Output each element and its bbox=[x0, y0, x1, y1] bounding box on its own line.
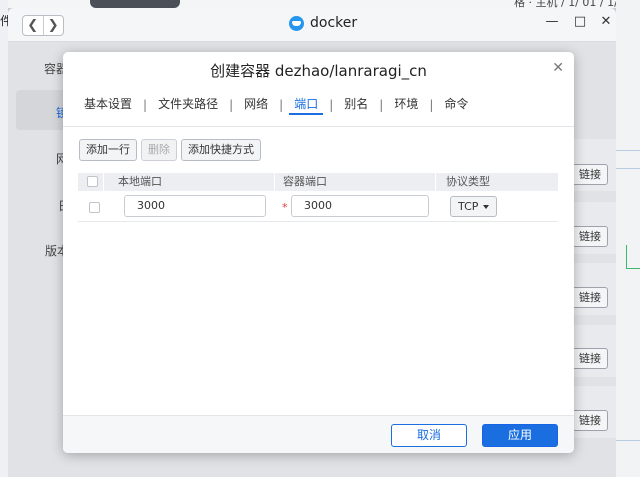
window-title-text: docker bbox=[310, 15, 358, 31]
add-shortcut-button[interactable]: 添加快捷方式 bbox=[181, 139, 261, 161]
link-button[interactable]: 链接 bbox=[572, 226, 608, 247]
port-toolbar: 添加一行 删除 添加快捷方式 bbox=[79, 139, 261, 161]
background-right-panel bbox=[616, 0, 640, 477]
link-button[interactable]: 链接 bbox=[572, 410, 608, 431]
link-button[interactable]: 链接 bbox=[572, 287, 608, 308]
maximize-button[interactable]: □ bbox=[572, 14, 588, 29]
tab-command[interactable]: 命令 bbox=[439, 95, 473, 115]
tab-separator: | bbox=[379, 98, 384, 112]
tab-network[interactable]: 网络 bbox=[239, 95, 273, 115]
tab-ports[interactable]: 端口 bbox=[289, 95, 324, 115]
column-local-port: 本地端口 bbox=[104, 173, 275, 191]
protocol-value: TCP bbox=[458, 200, 479, 213]
tab-environment[interactable]: 环境 bbox=[389, 95, 423, 115]
local-port-input[interactable]: 3000 bbox=[124, 195, 266, 217]
tabs-divider bbox=[63, 126, 574, 127]
dialog-footer: 取消 应用 bbox=[63, 415, 574, 453]
tab-separator: | bbox=[329, 98, 334, 112]
dialog-title: 创建容器 dezhao/lanraragi_cn bbox=[210, 62, 427, 80]
tab-alias[interactable]: 别名 bbox=[339, 95, 373, 115]
window-title: docker bbox=[289, 15, 357, 31]
protocol-select[interactable]: TCP bbox=[450, 196, 497, 217]
forward-button[interactable]: ❯ bbox=[44, 16, 64, 35]
apply-button[interactable]: 应用 bbox=[482, 424, 558, 447]
link-button[interactable]: 链接 bbox=[572, 348, 608, 369]
background-chart-line bbox=[626, 245, 640, 269]
docker-logo-icon bbox=[289, 15, 304, 31]
desktop-left-edge bbox=[0, 0, 8, 477]
tab-separator: | bbox=[143, 98, 148, 112]
back-button[interactable]: ❮ bbox=[23, 16, 44, 35]
column-protocol: 协议类型 bbox=[446, 175, 490, 188]
dialog-header: 创建容器 dezhao/lanraragi_cn ✕ bbox=[63, 52, 574, 88]
row-checkbox[interactable] bbox=[89, 202, 100, 213]
window-close-button[interactable]: ✕ bbox=[598, 14, 614, 29]
dialog-tabs: 基本设置 | 文件夹路径 | 网络 | 端口 | 别名 | 环境 | 命令 bbox=[79, 95, 473, 115]
column-container-port: 容器端口 bbox=[275, 173, 436, 191]
window-titlebar: ❮ ❯ docker — □ ✕ bbox=[8, 8, 616, 42]
chevron-down-icon bbox=[483, 205, 489, 209]
tab-separator: | bbox=[429, 98, 434, 112]
close-icon[interactable]: ✕ bbox=[552, 60, 564, 76]
select-all-cell bbox=[78, 173, 104, 191]
required-mark: * bbox=[282, 201, 288, 214]
add-row-button[interactable]: 添加一行 bbox=[79, 139, 137, 161]
delete-button[interactable]: 删除 bbox=[141, 139, 177, 161]
tab-folder-paths[interactable]: 文件夹路径 bbox=[153, 95, 223, 115]
tab-separator: | bbox=[279, 98, 284, 112]
port-table-header: 本地端口 容器端口 协议类型 bbox=[78, 173, 558, 191]
nav-buttons: ❮ ❯ bbox=[22, 15, 64, 36]
cancel-button[interactable]: 取消 bbox=[391, 424, 467, 447]
table-row: 3000 * 3000 TCP bbox=[78, 192, 558, 222]
tab-basic-settings[interactable]: 基本设置 bbox=[79, 95, 137, 115]
container-port-input[interactable]: 3000 bbox=[291, 195, 429, 217]
minimize-button[interactable]: — bbox=[544, 14, 560, 29]
select-all-checkbox[interactable] bbox=[87, 176, 98, 187]
tab-separator: | bbox=[229, 98, 234, 112]
create-container-dialog: 创建容器 dezhao/lanraragi_cn ✕ 基本设置 | 文件夹路径 … bbox=[63, 52, 574, 453]
link-button[interactable]: 链接 bbox=[572, 164, 608, 185]
background-window-edge bbox=[90, 0, 180, 8]
